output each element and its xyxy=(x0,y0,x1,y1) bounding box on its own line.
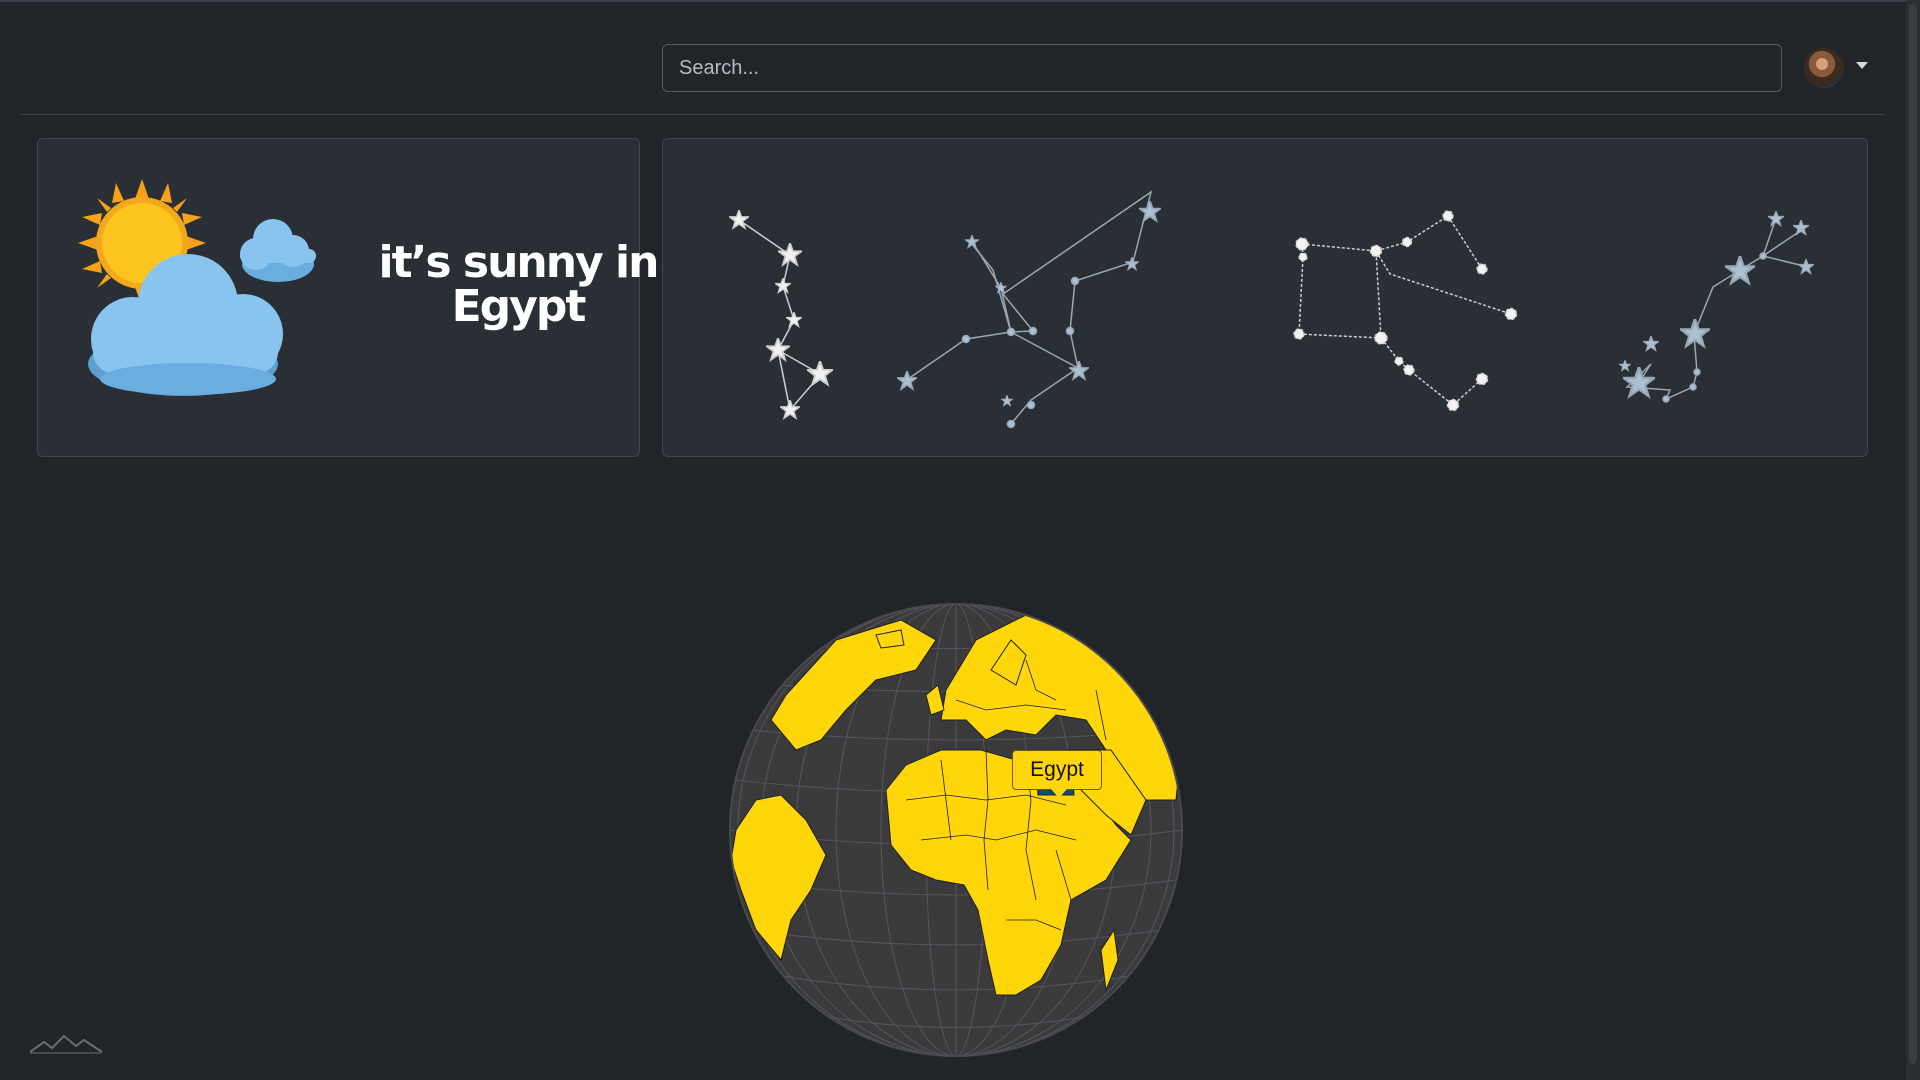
user-avatar[interactable] xyxy=(1804,48,1844,88)
country-tooltip: Egypt xyxy=(1012,750,1102,798)
constellation-2-icon xyxy=(897,190,1161,429)
chevron-down-icon[interactable] xyxy=(1856,62,1868,69)
constellation-4-icon xyxy=(1619,211,1814,403)
weather-message: it’s sunny in Egypt xyxy=(378,237,660,332)
weather-card: it’s sunny in Egypt xyxy=(37,138,659,457)
vertical-scrollbar[interactable] xyxy=(1906,0,1920,1080)
small-cloud-icon xyxy=(240,219,316,282)
scrollbar-thumb[interactable] xyxy=(1909,4,1917,1064)
header-divider xyxy=(21,114,1885,115)
constellation-1-icon xyxy=(729,210,833,419)
mountain-logo-icon xyxy=(29,1034,103,1054)
constellation-3-icon xyxy=(1293,210,1518,412)
globe-svg[interactable] xyxy=(726,600,1186,1060)
constellations-card xyxy=(662,138,1868,457)
window-top-border xyxy=(0,0,1920,2)
constellations-illustration xyxy=(729,190,1814,429)
search-input[interactable] xyxy=(662,44,1782,92)
sun-cloud-illustration xyxy=(78,179,316,396)
globe-map[interactable] xyxy=(726,600,1186,1060)
